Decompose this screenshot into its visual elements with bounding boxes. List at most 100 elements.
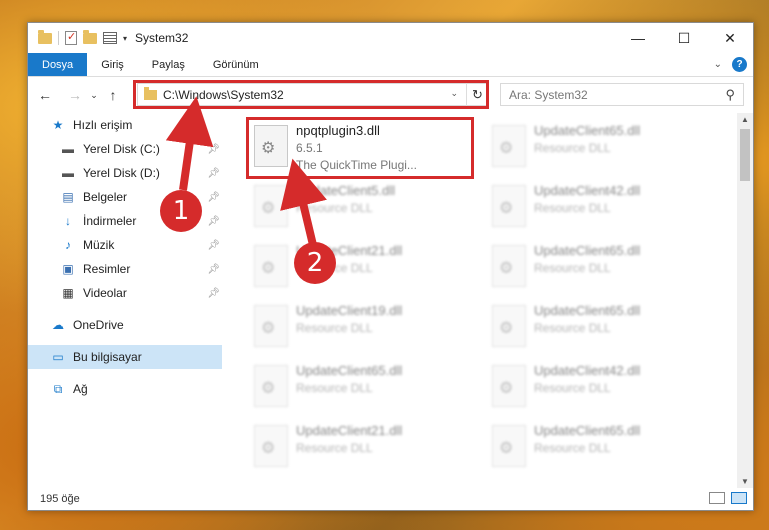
drive-icon: ▬ (62, 142, 74, 156)
search-input[interactable]: Ara: System32 ⚲ (500, 83, 744, 106)
scrollbar-thumb[interactable] (740, 129, 750, 181)
sidebar-item-music[interactable]: ♪ Müzik 📌︎ (28, 233, 222, 257)
minimize-button[interactable]: — (615, 23, 661, 53)
dll-file-icon (254, 365, 288, 407)
dll-file-icon (492, 305, 526, 347)
network-icon: ⧉ (53, 381, 63, 396)
tab-file[interactable]: Dosya (28, 53, 88, 76)
file-item[interactable]: UpdateClient65.dll Resource DLL (250, 359, 480, 417)
tab-view[interactable]: Görünüm (199, 53, 273, 76)
dll-file-icon (254, 185, 288, 227)
file-name: UpdateClient65.dll (296, 363, 403, 378)
ribbon-tabs: Dosya Giriş Paylaş Görünüm ⌄ ? (28, 53, 753, 77)
maximize-button[interactable]: ☐ (661, 23, 707, 53)
status-bar: 195 öğe (28, 488, 753, 510)
sidebar-item-local-disk-d[interactable]: ▬ Yerel Disk (D:) 📌︎ (28, 161, 222, 185)
title-bar: ▾ System32 — ☐ ✕ (28, 23, 753, 53)
file-name: UpdateClient65.dll (534, 243, 641, 258)
dll-file-icon (492, 245, 526, 287)
sidebar-item-onedrive[interactable]: ☁ OneDrive (28, 313, 222, 337)
view-switcher (709, 492, 747, 504)
dll-file-icon (492, 365, 526, 407)
details-view-icon[interactable] (709, 492, 725, 504)
sidebar-item-label: Resimler (83, 262, 131, 276)
file-type: Resource DLL (296, 201, 373, 215)
pictures-icon: ▣ (62, 262, 74, 276)
dll-file-icon (492, 125, 526, 167)
search-icon[interactable]: ⚲ (725, 87, 735, 103)
file-item[interactable]: UpdateClient42.dll Resource DLL (488, 359, 718, 417)
sidebar-item-label: Yerel Disk (C:) (83, 142, 160, 156)
sidebar-item-network[interactable]: ⧉ Ağ (28, 377, 222, 401)
dll-file-icon (254, 305, 288, 347)
sidebar-item-label: Bu bilgisayar (73, 350, 142, 364)
file-item[interactable]: UpdateClient42.dll Resource DLL (488, 179, 718, 237)
close-button[interactable]: ✕ (707, 23, 753, 53)
tab-share[interactable]: Paylaş (138, 53, 199, 76)
file-item[interactable]: UpdateClient65.dll Resource DLL (488, 299, 718, 357)
help-icon[interactable]: ? (732, 57, 747, 72)
recent-locations-chevron-icon[interactable]: ⌄ (86, 90, 102, 101)
pin-icon[interactable]: 📌︎ (207, 288, 220, 299)
pin-icon[interactable]: 📌︎ (207, 240, 220, 251)
sidebar-item-label: Belgeler (83, 190, 128, 204)
file-name: UpdateClient65.dll (534, 303, 641, 318)
scroll-up-arrow-icon[interactable]: ▲ (737, 115, 753, 124)
sidebar-item-local-disk-c[interactable]: ▬ Yerel Disk (C:) 📌︎ (28, 137, 222, 161)
download-icon: ↓ (65, 214, 71, 228)
properties-check-icon[interactable] (65, 30, 77, 45)
file-item[interactable]: UpdateClient21.dll Resource DLL (250, 419, 480, 477)
address-bar-highlight (133, 80, 489, 109)
documents-icon: ▤ (62, 190, 74, 204)
new-folder-icon[interactable] (83, 29, 97, 44)
file-name: UpdateClient5.dll (296, 183, 396, 198)
computer-icon: ▭ (52, 350, 64, 364)
scroll-down-arrow-icon[interactable]: ▼ (737, 477, 753, 486)
pin-icon[interactable]: 📌︎ (207, 144, 220, 155)
file-item[interactable]: UpdateClient65.dll Resource DLL (488, 239, 718, 297)
up-button[interactable]: ↑ (102, 87, 124, 103)
file-name: UpdateClient65.dll (534, 123, 641, 138)
customize-toolbar-chevron-icon[interactable]: ▾ (123, 34, 127, 43)
file-item[interactable]: UpdateClient65.dll Resource DLL (488, 119, 718, 177)
star-icon: ★ (52, 118, 64, 132)
tab-home[interactable]: Giriş (87, 53, 138, 76)
sidebar-item-label: Müzik (83, 238, 115, 252)
back-button[interactable]: ← (34, 87, 56, 103)
music-icon: ♪ (65, 238, 71, 252)
file-highlight (246, 117, 474, 179)
sidebar-item-pictures[interactable]: ▣ Resimler 📌︎ (28, 257, 222, 281)
forward-button[interactable]: → (64, 87, 86, 103)
view-options-icon[interactable] (103, 32, 117, 44)
file-name: UpdateClient21.dll (296, 423, 403, 438)
expand-ribbon-chevron-icon[interactable]: ⌄ (714, 59, 722, 70)
pin-icon[interactable]: 📌︎ (207, 168, 220, 179)
sidebar-item-quick-access[interactable]: ★ Hızlı erişim (28, 113, 222, 137)
file-type: Resource DLL (296, 441, 373, 455)
window-title: System32 (135, 31, 189, 45)
quick-access-toolbar: ▾ (28, 29, 127, 45)
file-name: UpdateClient19.dll (296, 303, 403, 318)
vertical-scrollbar[interactable]: ▲ ▼ (737, 113, 753, 488)
file-type: Resource DLL (534, 321, 611, 335)
file-item[interactable]: UpdateClient65.dll Resource DLL (488, 419, 718, 477)
pin-icon[interactable]: 📌︎ (207, 192, 220, 203)
file-item[interactable]: UpdateClient21.dllResource DLL (250, 239, 480, 297)
file-name: UpdateClient42.dll (534, 183, 641, 198)
sidebar-item-videos[interactable]: ▦ Videolar 📌︎ (28, 281, 222, 305)
file-item[interactable]: UpdateClient5.dll Resource DLL (250, 179, 480, 237)
step-1-badge: 1 (160, 190, 202, 232)
folder-icon (38, 29, 52, 44)
large-icons-view-icon[interactable] (731, 492, 747, 504)
pin-icon[interactable]: 📌︎ (207, 216, 220, 227)
ribbon-right-controls: ⌄ ? (714, 57, 747, 72)
sidebar-item-label: Videolar (83, 286, 127, 300)
file-item[interactable]: UpdateClient19.dll Resource DLL (250, 299, 480, 357)
sidebar-item-this-pc[interactable]: ▭ Bu bilgisayar (28, 345, 222, 369)
sidebar-item-label: OneDrive (73, 318, 124, 332)
videos-icon: ▦ (62, 286, 74, 300)
pin-icon[interactable]: 📌︎ (207, 264, 220, 275)
dll-file-icon (492, 425, 526, 467)
file-type: Resource DLL (534, 441, 611, 455)
search-placeholder: Ara: System32 (509, 87, 588, 102)
